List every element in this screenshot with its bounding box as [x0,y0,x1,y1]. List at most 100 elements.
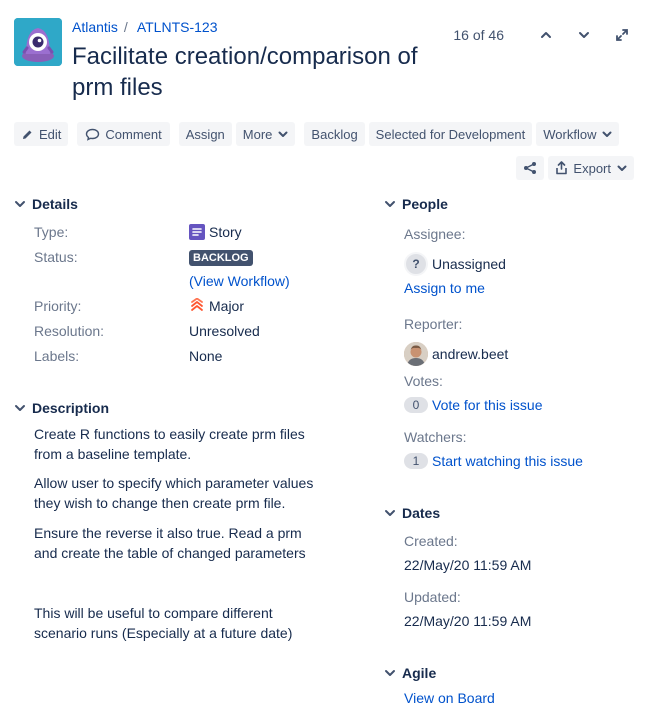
dates-toggle[interactable]: Dates [384,505,440,521]
type-text: Story [209,224,242,240]
issue-title[interactable]: Facilitate creation/comparison of prm fi… [72,41,432,103]
breadcrumb-issue-key[interactable]: ATLNTS-123 [137,19,218,35]
selected-for-development-label: Selected for Development [375,126,526,142]
labels-value: None [189,348,223,364]
reporter-value: andrew.beet [404,342,508,366]
edit-button[interactable]: Edit [14,122,69,146]
workflow-label: Workflow [543,126,597,142]
votes-label: Votes: [404,373,443,389]
agile-toggle[interactable]: Agile [384,665,436,681]
breadcrumb: Atlantis / ATLNTS-123 [72,19,218,35]
updated-label: Updated: [404,589,461,605]
status-badge: BACKLOG [189,250,253,266]
reporter-label: Reporter: [404,316,463,332]
priority-label: Priority: [34,298,82,314]
assign-button[interactable]: Assign [178,122,232,146]
votes-value: 0 Vote for this issue [404,397,543,413]
votes-count-badge: 0 [404,397,428,413]
chevron-down-icon [15,405,25,411]
description-heading: Description [32,400,110,416]
dates-heading: Dates [402,505,441,521]
description-toggle[interactable]: Description [14,400,109,416]
next-issue-button[interactable] [572,24,596,46]
resolution-label: Resolution: [34,323,105,339]
watchers-label: Watchers: [404,429,467,445]
type-value: Story [189,224,242,240]
project-avatar[interactable] [14,18,62,66]
created-label: Created: [404,533,458,549]
chevron-down-icon [385,510,395,516]
priority-text: Major [209,298,245,314]
breadcrumb-separator: / [123,19,128,35]
priority-value: Major [189,298,244,314]
breadcrumb-project[interactable]: Atlantis [72,19,118,35]
chevron-down-icon [15,201,25,207]
expand-icon [616,29,628,41]
resolution-value: Unresolved [189,323,260,339]
workflow-button[interactable]: Workflow [536,122,620,146]
view-on-board-link[interactable]: View on Board [404,690,495,706]
secondary-toolbar: Export [516,156,634,180]
reporter-text: andrew.beet [432,346,509,362]
export-icon [556,161,568,175]
edit-label: Edit [39,126,62,142]
more-button[interactable]: More [235,122,296,146]
backlog-label: Backlog [311,126,358,142]
issue-header: Atlantis / ATLNTS-123 Facilitate creatio… [14,14,634,104]
description-paragraph: Allow user to specify which parameter va… [34,475,314,511]
vote-link[interactable]: Vote for this issue [432,397,543,413]
chevron-down-icon [385,670,395,676]
assign-label: Assign [185,126,225,142]
pencil-icon [23,130,32,139]
issue-toolbar: Edit Comment Assign More Backlog Selecte… [14,122,620,146]
pager-count: 16 of 46 [453,27,504,43]
people-heading: People [402,196,448,212]
issue-pager: 16 of 46 [453,24,634,46]
updated-value: 22/May/20 11:59 AM [404,613,532,629]
comment-button[interactable]: Comment [77,122,170,146]
status-value: BACKLOG [189,250,253,266]
share-icon [524,162,537,174]
labels-label: Labels: [34,348,80,364]
view-workflow: ( View Workflow ) [189,273,290,289]
unknown-user-icon: ? [404,252,428,276]
watchers-value: 1 Start watching this issue [404,453,583,469]
backlog-button[interactable]: Backlog [304,122,365,146]
more-label: More [242,126,273,142]
assignee-text: Unassigned [432,256,506,272]
agile-heading: Agile [402,665,437,681]
chevron-down-icon [579,32,589,38]
watch-link[interactable]: Start watching this issue [432,453,583,469]
description-paragraph: This will be useful to compare different… [34,605,293,641]
previous-issue-button[interactable] [534,24,558,46]
description-paragraph: Create R functions to easily create prm … [34,426,305,462]
people-toggle[interactable]: People [384,196,448,212]
created-value: 22/May/20 11:59 AM [404,557,532,573]
view-workflow-link[interactable]: View Workflow [194,273,285,289]
export-label: Export [573,160,611,176]
type-label: Type: [34,224,69,240]
details-heading: Details [32,196,78,212]
chevron-down-icon [602,131,612,137]
chevron-down-icon [385,201,395,207]
description-paragraph: Ensure the reverse it also true. Read a … [34,525,306,561]
chevron-up-icon [541,32,551,38]
view-workflow-close-paren: ) [284,273,290,289]
assignee-value: ? Unassigned [404,252,506,276]
details-toggle[interactable]: Details [14,196,78,212]
major-priority-icon [191,298,203,311]
assign-to-me-link[interactable]: Assign to me [404,280,485,296]
comment-label: Comment [105,126,162,142]
user-avatar[interactable] [404,342,428,366]
status-label: Status: [34,249,78,265]
speech-bubble-icon [86,128,100,141]
story-icon [189,224,205,240]
export-button[interactable]: Export [548,156,634,180]
assignee-label: Assignee: [404,226,466,242]
watchers-count-badge: 1 [404,453,428,469]
chevron-down-icon [617,165,627,171]
expand-button[interactable] [610,24,634,46]
selected-for-development-button[interactable]: Selected for Development [368,122,533,146]
share-button[interactable] [516,156,545,180]
chevron-down-icon [278,131,288,137]
